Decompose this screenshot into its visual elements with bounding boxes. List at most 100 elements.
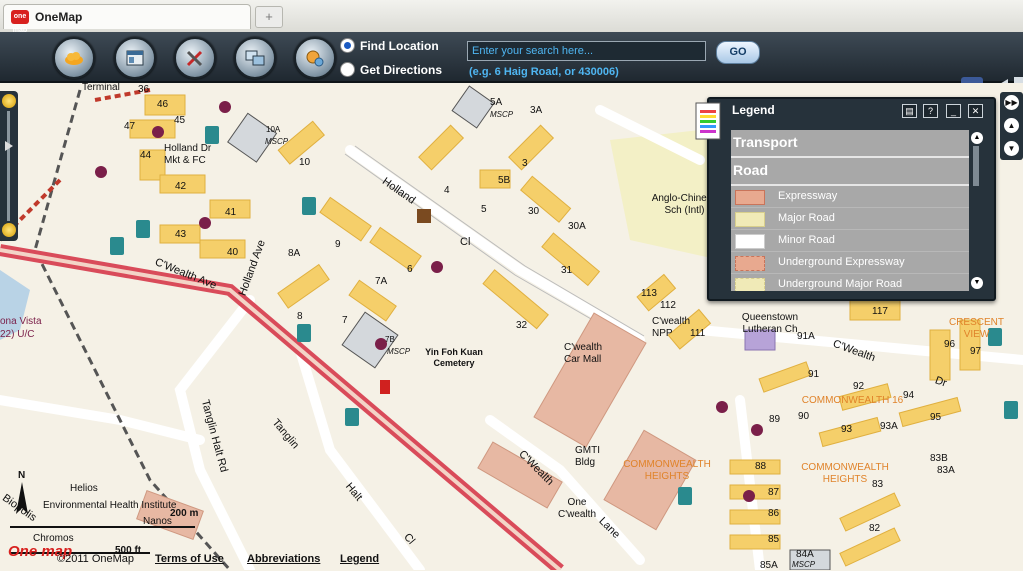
cloud-icon [65, 52, 83, 65]
browser-tab-bar: one map OneMap + [0, 0, 1023, 34]
find-location-label[interactable]: Find Location [360, 39, 439, 53]
mscp-label-1: MSCP [265, 137, 289, 146]
zoom-slider[interactable] [0, 91, 18, 241]
block-label-47: 47 [124, 121, 136, 132]
block-label-3a: 3A [530, 105, 543, 116]
onemap-favicon: one map [11, 10, 29, 34]
block-label-6: 6 [407, 264, 413, 275]
terms-of-use-link[interactable]: Terms of Use [155, 553, 224, 565]
block-label-89: 89 [769, 414, 781, 425]
block-label-8a: 8A [288, 248, 301, 259]
legend-swatch [735, 234, 765, 249]
taxi-stand-icon [417, 209, 431, 223]
zoom-track[interactable] [7, 111, 10, 221]
block-label-91a: 91A [797, 331, 815, 342]
layers-button[interactable] [53, 37, 95, 79]
map-label-nanos: Nanos [143, 516, 172, 527]
browser-tab[interactable]: one map OneMap [3, 4, 251, 34]
mscp-label-2: MSCP [387, 347, 411, 356]
legend-swatch [735, 212, 765, 227]
block-label-7a: 7A [375, 276, 388, 287]
nav-down-icon[interactable]: ▼ [1004, 141, 1019, 156]
block-label-36: 36 [138, 84, 150, 95]
block-label-86: 86 [768, 508, 780, 519]
map-label-gmti: GMTI Bldg [575, 445, 600, 468]
block-label-4: 4 [444, 185, 450, 196]
tab-title: OneMap [35, 10, 83, 24]
block-label-93a: 93A [880, 421, 898, 432]
map-label-cw-heights-2: COMMONWEALTH HEIGHTS [801, 462, 889, 485]
legend-scroll-thumb[interactable] [973, 146, 979, 186]
legend-minimize-button[interactable]: _ [946, 104, 961, 118]
gears-icon [306, 50, 324, 67]
go-button[interactable]: GO [716, 41, 760, 64]
zoom-out-button[interactable] [2, 223, 16, 237]
window-button[interactable] [114, 37, 156, 79]
legend-swatch [735, 190, 765, 205]
search-input[interactable] [467, 41, 706, 61]
block-label-5: 5 [481, 204, 487, 215]
scroll-up-icon[interactable]: ▲ [971, 132, 983, 144]
find-location-radio[interactable] [340, 38, 355, 53]
legend-item-label: Minor Road [778, 234, 835, 246]
legend-swatch [735, 278, 765, 291]
block-label-82: 82 [869, 523, 881, 534]
block-label-3: 3 [522, 158, 528, 169]
block-label-8: 8 [297, 311, 303, 322]
mscp-label-4: MSCP [792, 560, 816, 569]
block-label-113: 113 [641, 288, 657, 299]
map-label-cw-heights-1: COMMONWEALTH HEIGHTS [623, 459, 711, 482]
block-label-117: 117 [872, 306, 888, 317]
block-label-31: 31 [561, 265, 573, 276]
block-label-32: 32 [516, 320, 528, 331]
legend-link[interactable]: Legend [340, 553, 379, 565]
map-label-buona-vista: ona Vista [0, 316, 42, 327]
legend-item: Major Road [731, 208, 969, 230]
block-label-84a: 84A [796, 549, 814, 560]
block-label-83b: 83B [930, 453, 948, 464]
legend-close-button[interactable]: ✕ [968, 104, 983, 118]
fast-forward-icon[interactable]: ▶▶ [1004, 95, 1019, 110]
get-directions-label[interactable]: Get Directions [360, 63, 442, 77]
legend-scrollbar[interactable]: ▲ ▼ [970, 130, 984, 291]
zoom-in-button[interactable] [2, 94, 16, 108]
legend-item: Expressway [731, 186, 969, 208]
scroll-down-icon[interactable]: ▼ [971, 277, 983, 289]
tools-button[interactable] [174, 37, 216, 79]
tools-icon [186, 50, 203, 67]
block-label-85: 85 [768, 534, 780, 545]
block-label-9: 9 [335, 239, 341, 250]
zoom-handle[interactable] [5, 141, 13, 151]
side-nav-panel: ▶▶ ▲ ▼ [1000, 92, 1023, 160]
copyright-text: ©2011 OneMap [57, 553, 135, 565]
block-label-92: 92 [853, 381, 865, 392]
map-label-lutheran: Queenstown Lutheran Ch [741, 312, 799, 335]
block-label-5b: 5B [498, 175, 511, 186]
legend-item-label: Underground Major Road [778, 278, 903, 290]
search-hint: (e.g. 6 Haig Road, or 430006) [469, 66, 619, 78]
nav-up-icon[interactable]: ▲ [1004, 118, 1019, 133]
screens-button[interactable] [234, 37, 276, 79]
legend-panel: Legend ▤ ? _ ✕ Transport Road Expressway… [695, 97, 996, 301]
window-icon [126, 50, 144, 66]
block-label-87: 87 [768, 487, 780, 498]
legend-print-button[interactable]: ▤ [902, 104, 917, 118]
map-label-crescent-view: CRESCENT VIEW [948, 317, 1004, 340]
services-button[interactable] [294, 37, 336, 79]
map-label-cemetery: Yin Foh Kuan Cemetery [425, 347, 483, 368]
block-label-7b: 7B [385, 335, 395, 344]
new-tab-button[interactable]: + [255, 6, 283, 28]
legend-item: Underground Major Road [731, 274, 969, 291]
map-label-car-mall: C'wealth Car Mall [564, 342, 603, 365]
screens-icon [245, 50, 265, 66]
legend-list[interactable]: Transport Road Expressway Major Road Min… [731, 130, 969, 291]
block-label-46: 46 [157, 99, 169, 110]
abbreviations-link[interactable]: Abbreviations [247, 553, 320, 565]
legend-help-button[interactable]: ? [923, 104, 938, 118]
block-label-7: 7 [342, 315, 348, 326]
map-label-terminal: Terminal [82, 82, 120, 93]
map-label-one-cwealth: One C'wealth [557, 497, 597, 520]
get-directions-radio[interactable] [340, 62, 355, 77]
block-label-30: 30 [528, 206, 540, 217]
block-label-40: 40 [227, 247, 239, 258]
